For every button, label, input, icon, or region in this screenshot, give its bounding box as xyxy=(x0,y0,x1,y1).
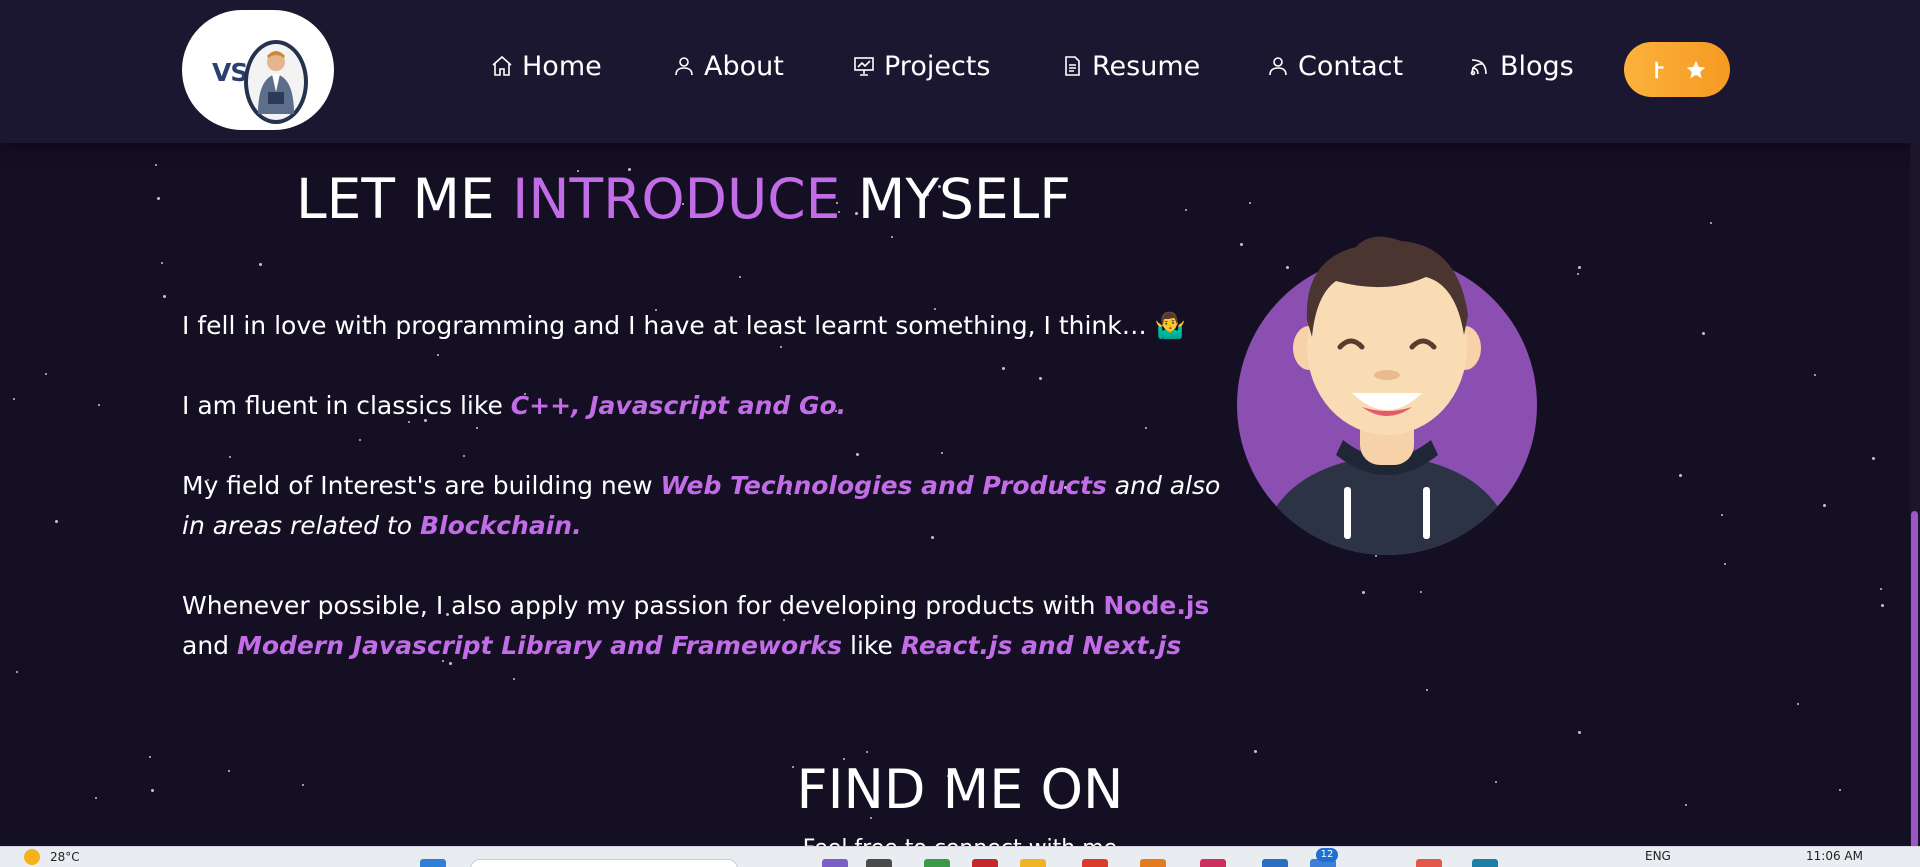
star-dot xyxy=(163,295,166,298)
p4-highlight: Node.js xyxy=(1103,591,1210,620)
navbar: VS. Home About Projects Resume Contact B… xyxy=(0,0,1920,143)
avatar-illustration xyxy=(1237,236,1537,555)
about-title: LET ME INTRODUCE MYSELF xyxy=(296,160,1071,238)
p1-text: I fell in love with programming and I ha… xyxy=(182,311,1186,340)
star-dot xyxy=(1578,266,1581,269)
p3-highlight-2: Blockchain. xyxy=(419,511,582,540)
star-dot xyxy=(1724,563,1726,565)
star-dot xyxy=(157,197,160,200)
star-dot xyxy=(1823,504,1826,507)
contact-user-icon xyxy=(1269,57,1287,76)
about-title-part2: MYSELF xyxy=(840,167,1071,231)
star-dot xyxy=(45,373,47,375)
p4-like: like xyxy=(842,631,901,660)
user-icon xyxy=(675,57,693,76)
about-paragraph-3: My field of Interest's are building new … xyxy=(182,466,1222,546)
github-star-button[interactable] xyxy=(1624,42,1730,97)
p4-highlight-3: React.js and Next.js xyxy=(900,631,1182,660)
p2-highlight: C++, Javascript and Go. xyxy=(510,391,847,420)
p4-and: and xyxy=(182,631,237,660)
about-description: I fell in love with programming and I ha… xyxy=(182,306,1222,706)
about-paragraph-2: I am fluent in classics like C++, Javasc… xyxy=(182,386,1222,426)
star-dot xyxy=(13,398,15,400)
star-dot xyxy=(98,404,100,406)
sun-icon xyxy=(24,849,40,865)
nav-blogs[interactable]: Blogs xyxy=(1468,46,1574,86)
presentation-icon xyxy=(854,57,874,76)
document-icon xyxy=(1065,56,1080,76)
page-scrollbar[interactable] xyxy=(1910,143,1920,861)
nav-resume-label: Resume xyxy=(1092,50,1201,82)
star-dot xyxy=(1254,750,1257,753)
p3-text: My field of Interest's are building new xyxy=(182,471,661,500)
p3-highlight: Web Technologies and Products xyxy=(660,471,1107,500)
star-dot xyxy=(1702,332,1705,335)
nav-contact-label: Contact xyxy=(1298,50,1404,82)
taskbar-clock[interactable]: 11:06 AM xyxy=(1806,849,1863,863)
taskbar-weather[interactable]: 28°C xyxy=(24,849,80,865)
star-dot xyxy=(1721,514,1723,516)
nav-projects-label: Projects xyxy=(884,50,991,82)
about-paragraph-1: I fell in love with programming and I ha… xyxy=(182,306,1222,346)
about-title-highlight: INTRODUCE xyxy=(512,167,841,231)
nav-about[interactable]: About xyxy=(672,46,784,86)
star-dot xyxy=(1185,209,1187,211)
nav-home[interactable]: Home xyxy=(490,46,602,86)
p4-highlight-2: Modern Javascript Library and Frameworks xyxy=(236,631,843,660)
star-dot xyxy=(1577,273,1579,275)
star-dot xyxy=(1362,591,1365,594)
star-dot xyxy=(1814,374,1816,376)
star-dot xyxy=(1679,474,1682,477)
git-fork-icon xyxy=(1655,61,1664,78)
feed-icon xyxy=(1470,59,1487,76)
star-dot xyxy=(739,276,741,278)
nav-about-label: About xyxy=(704,50,784,82)
weather-temp: 28°C xyxy=(50,850,80,864)
os-taskbar: 28°C 12 ENG 11:06 AM xyxy=(0,846,1920,867)
p4-text: Whenever possible, I also apply my passi… xyxy=(182,591,1104,620)
nav-home-label: Home xyxy=(522,50,602,82)
nav-resume[interactable]: Resume xyxy=(1060,46,1200,86)
star-dot xyxy=(1578,731,1581,734)
star-dot xyxy=(155,164,157,166)
star-dot xyxy=(16,671,18,673)
star-dot xyxy=(1872,457,1875,460)
p2-text: I am fluent in classics like xyxy=(182,391,511,420)
star-dot xyxy=(55,520,58,523)
star-dot xyxy=(1249,202,1251,204)
star-icon xyxy=(1686,60,1706,78)
notification-badge: 12 xyxy=(1316,848,1338,862)
star-dot xyxy=(866,751,868,753)
find-me-title: FIND ME ON xyxy=(796,758,1124,821)
about-paragraph-4: Whenever possible, I also apply my passi… xyxy=(182,586,1222,666)
find-me-subtitle: Feel free to connect with me xyxy=(0,836,1920,846)
star-dot xyxy=(1420,591,1422,593)
about-title-part1: LET ME xyxy=(296,167,513,231)
nav-contact[interactable]: Contact xyxy=(1266,46,1403,86)
taskbar-language[interactable]: ENG xyxy=(1645,849,1671,863)
home-icon xyxy=(492,55,512,76)
star-dot xyxy=(259,263,262,266)
nav-projects[interactable]: Projects xyxy=(852,46,990,86)
star-dot xyxy=(1880,588,1882,590)
star-dot xyxy=(1426,689,1428,691)
star-dot xyxy=(1797,703,1799,705)
nav-blogs-label: Blogs xyxy=(1500,50,1574,82)
star-dot xyxy=(1710,222,1712,224)
star-dot xyxy=(1375,555,1377,557)
star-dot xyxy=(161,262,163,264)
star-dot xyxy=(1881,604,1884,607)
